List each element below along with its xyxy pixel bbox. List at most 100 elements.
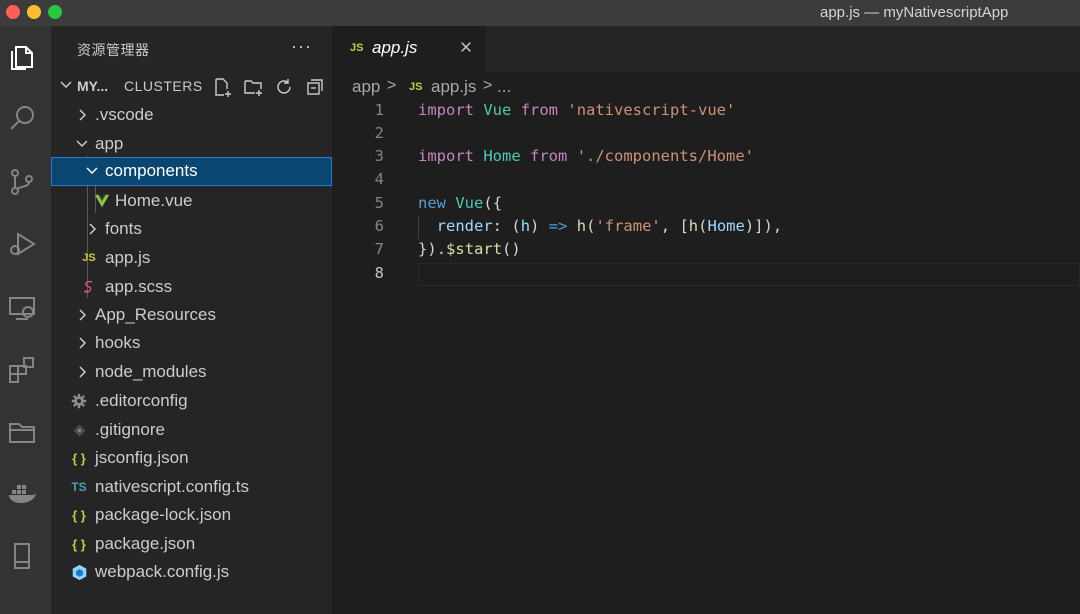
line-number: 7 xyxy=(374,240,384,258)
chevron-right-icon xyxy=(79,309,87,321)
line-number: 1 xyxy=(374,101,384,119)
explorer-title: 资源管理器 xyxy=(77,42,150,58)
tree-item-label: nativescript.config.ts xyxy=(95,477,250,496)
code-text: import Home from './components/Home' xyxy=(418,147,754,165)
new-folder-icon[interactable] xyxy=(242,76,264,98)
workspace-name: MY... xyxy=(77,78,109,94)
title-bar: app.js — myNativescriptApp xyxy=(0,0,1080,26)
chevron-right-icon xyxy=(79,109,87,121)
breadcrumb-folder[interactable]: app xyxy=(352,77,380,97)
breadcrumb-separator: > xyxy=(483,77,493,94)
collapse-all-icon[interactable] xyxy=(304,76,326,98)
source-control-icon[interactable] xyxy=(2,162,42,202)
breadcrumb-separator: > xyxy=(387,77,397,94)
line-number: 2 xyxy=(374,124,384,142)
chevron-down-icon xyxy=(86,167,98,175)
code-text: import Vue from 'nativescript-vue' xyxy=(418,101,736,119)
tree-item-label: package-lock.json xyxy=(95,505,232,524)
tree-item-editorconfig[interactable]: .editorconfig xyxy=(51,387,332,415)
breadcrumb-file[interactable]: app.js xyxy=(431,77,476,97)
git-icon xyxy=(69,420,89,440)
breadcrumb-more[interactable]: ... xyxy=(497,77,511,97)
tree-item-hooks[interactable]: hooks xyxy=(51,329,332,357)
breadcrumb: app > JS app.js > ... xyxy=(332,72,1080,100)
chevron-right-icon xyxy=(79,366,87,378)
explorer-sidebar: 资源管理器 ··· MY... CLUSTERS .vscode app com… xyxy=(51,26,332,614)
refresh-icon[interactable] xyxy=(273,76,295,98)
explorer-header: 资源管理器 ··· xyxy=(51,26,332,72)
folder-icon[interactable] xyxy=(2,412,42,452)
line-number: 8 xyxy=(374,264,384,282)
line-number: 5 xyxy=(374,194,384,212)
tree-item-nativescript-config[interactable]: TS nativescript.config.ts xyxy=(51,473,332,501)
chevron-right-icon xyxy=(79,337,87,349)
tree-item-label: hooks xyxy=(95,333,141,352)
tree-item-label: components xyxy=(105,161,198,180)
clusters-label: CLUSTERS xyxy=(124,78,203,94)
tree-item-label: app.js xyxy=(105,248,151,267)
more-actions-button[interactable]: ··· xyxy=(291,36,312,57)
docker-icon[interactable] xyxy=(2,474,42,514)
code-line: 5 new Vue({ xyxy=(332,193,1080,216)
tree-item-label: Home.vue xyxy=(115,191,193,210)
run-debug-icon[interactable] xyxy=(2,224,42,264)
code-line: 3 import Home from './components/Home' xyxy=(332,146,1080,169)
new-file-icon[interactable] xyxy=(211,76,233,98)
tab-app-js[interactable]: JS app.js xyxy=(332,26,486,72)
js-file-icon: JS xyxy=(409,81,423,93)
tree-item-label: jsconfig.json xyxy=(95,448,189,467)
code-line: 1 import Vue from 'nativescript-vue' xyxy=(332,100,1080,123)
line-number: 3 xyxy=(374,147,384,165)
chevron-down-icon xyxy=(76,140,88,148)
explorer-icon[interactable] xyxy=(2,38,42,78)
chevron-down-icon xyxy=(60,81,72,89)
chevron-right-icon xyxy=(89,223,97,235)
webpack-icon xyxy=(69,562,89,582)
editor-tab-bar: JS app.js xyxy=(332,26,1080,72)
tree-item-label: .vscode xyxy=(95,105,154,124)
tree-item-app[interactable]: app xyxy=(51,130,332,158)
tree-item-label: app.scss xyxy=(105,277,173,296)
tree-item-label: node_modules xyxy=(95,362,207,381)
js-file-icon: JS xyxy=(82,252,96,264)
tree-item-app-scss[interactable]: app.scss xyxy=(51,273,332,301)
tree-item-label: .gitignore xyxy=(95,420,165,439)
close-icon[interactable] xyxy=(456,37,476,57)
extensions-icon[interactable] xyxy=(2,350,42,390)
code-line: 7 }).$start() xyxy=(332,239,1080,262)
tree-item-label: fonts xyxy=(105,219,142,238)
section-actions xyxy=(211,76,326,98)
line-number: 4 xyxy=(374,170,384,188)
code-editor[interactable]: 1 import Vue from 'nativescript-vue' 2 3… xyxy=(332,100,1080,614)
code-line: 4 xyxy=(332,169,1080,192)
tree-item-components[interactable]: components xyxy=(51,157,332,186)
tree-item-home-vue[interactable]: Home.vue xyxy=(51,187,332,215)
tree-item-vscode[interactable]: .vscode xyxy=(51,101,332,129)
json-file-icon: { } xyxy=(72,536,86,552)
tree-item-webpack-config[interactable]: webpack.config.js xyxy=(51,558,332,586)
json-file-icon: { } xyxy=(72,507,86,523)
json-file-icon: { } xyxy=(72,450,86,466)
tree-item-label: app xyxy=(95,134,124,153)
code-text: render: (h) => h('frame', [h(Home)]), xyxy=(436,217,783,235)
tree-item-label: webpack.config.js xyxy=(95,562,230,581)
tree-item-node-modules[interactable]: node_modules xyxy=(51,358,332,386)
code-line: 2 xyxy=(332,123,1080,146)
tree-item-package-json[interactable]: { } package.json xyxy=(51,530,332,558)
gear-icon xyxy=(69,391,89,411)
js-file-icon: JS xyxy=(350,42,364,54)
remote-explorer-icon[interactable] xyxy=(2,288,42,328)
tree-item-label: .editorconfig xyxy=(95,391,188,410)
device-icon[interactable] xyxy=(2,536,42,576)
activity-bar xyxy=(0,26,51,614)
tree-item-jsconfig-json[interactable]: { } jsconfig.json xyxy=(51,444,332,472)
workspace-section-header[interactable]: MY... CLUSTERS xyxy=(51,72,332,100)
tree-item-package-lock-json[interactable]: { } package-lock.json xyxy=(51,501,332,529)
tree-item-app-js[interactable]: JS app.js xyxy=(51,244,332,272)
tree-item-fonts[interactable]: fonts xyxy=(51,215,332,243)
tree-item-gitignore[interactable]: .gitignore xyxy=(51,416,332,444)
tree-item-app-resources[interactable]: App_Resources xyxy=(51,301,332,329)
search-icon[interactable] xyxy=(2,98,42,138)
scss-file-icon xyxy=(79,277,99,297)
code-line: 6 render: (h) => h('frame', [h(Home)]), xyxy=(332,216,1080,239)
